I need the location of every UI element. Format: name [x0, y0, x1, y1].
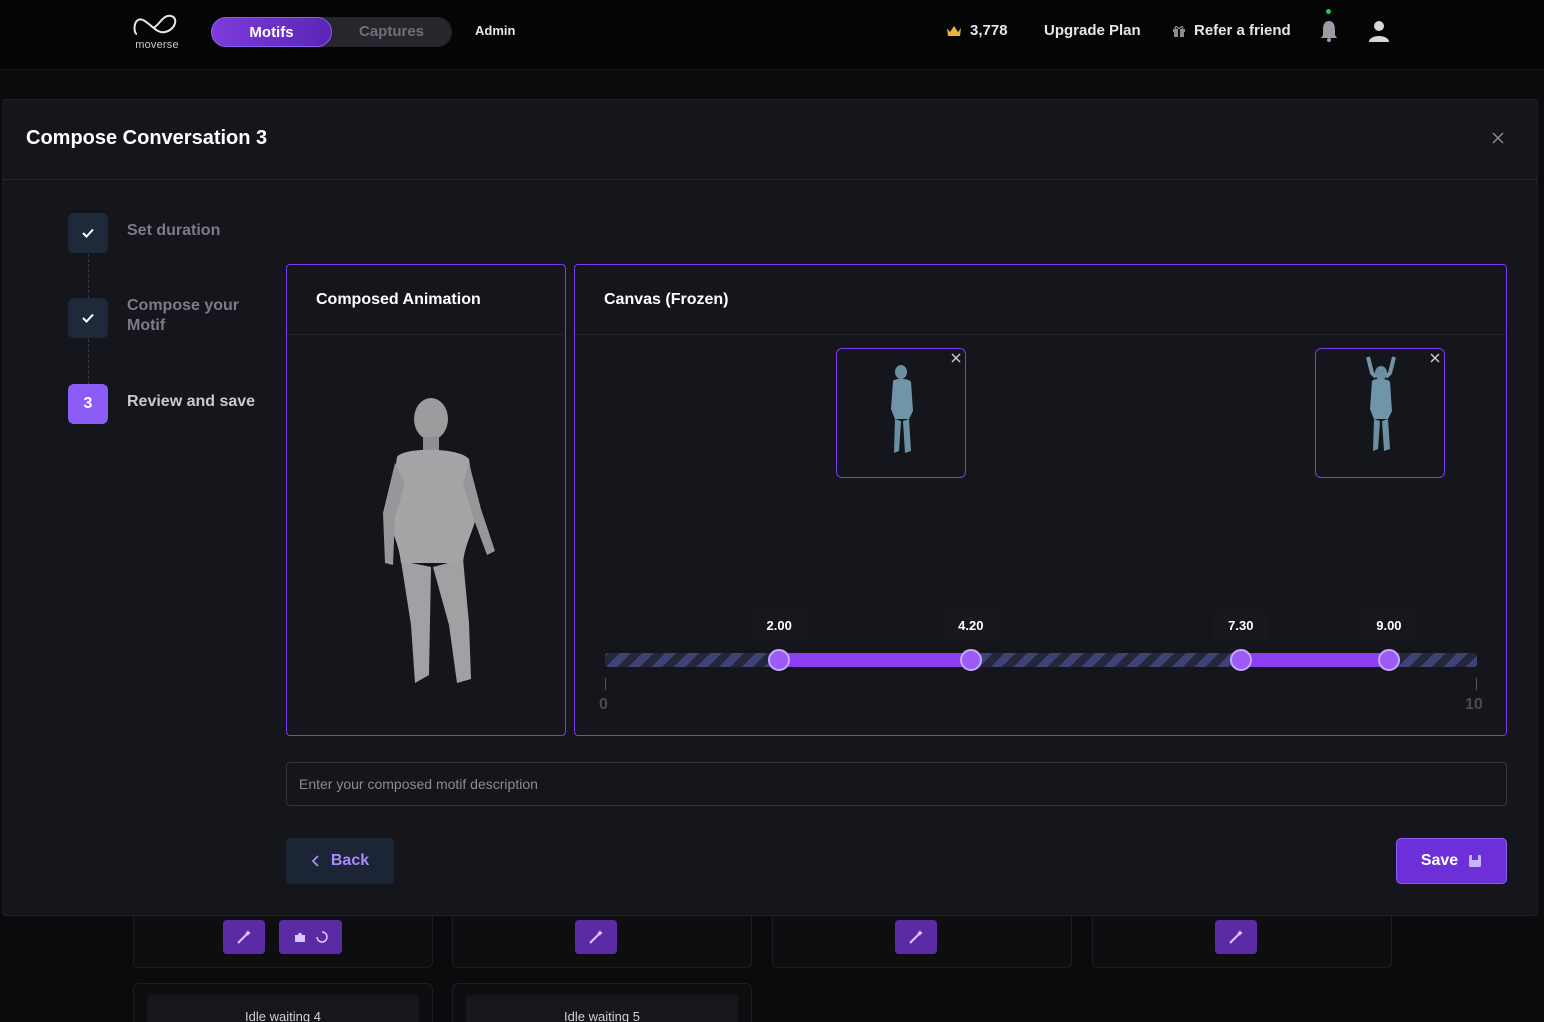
- step-1-label: Set duration: [127, 222, 221, 239]
- step-2-marker: [68, 298, 108, 338]
- bell-icon: [1321, 21, 1337, 42]
- step-2-label: Compose your Motif: [127, 297, 240, 334]
- timeline-handle-value: 4.20: [942, 610, 999, 642]
- magic-wand-icon: [909, 930, 923, 944]
- chevron-left-icon: [311, 855, 319, 867]
- timeline-handle[interactable]: [1229, 649, 1252, 671]
- motif-card-title: Idle waiting 4: [147, 995, 419, 1022]
- tab-captures[interactable]: Captures: [331, 17, 452, 47]
- step-3-label: Review and save: [127, 393, 256, 410]
- back-button[interactable]: Back: [286, 838, 394, 884]
- back-button-label: Back: [330, 852, 370, 869]
- timeline-min-label: 0: [599, 696, 608, 713]
- motifs-captures-toggle: Motifs Captures: [211, 17, 452, 47]
- magic-wand-icon: [1229, 930, 1243, 944]
- infinity-logo-icon: [133, 14, 177, 35]
- step-connector: [88, 339, 89, 384]
- magic-wand-icon: [237, 930, 251, 944]
- timeline-handle-value: 9.00: [1360, 610, 1417, 642]
- panel-header: Canvas (Frozen): [575, 265, 1506, 335]
- logo-text: moverse: [135, 39, 179, 51]
- timeline-handle-value: 7.30: [1212, 610, 1269, 642]
- upgrade-plan-link[interactable]: Upgrade Plan: [1044, 22, 1141, 39]
- user-menu-button[interactable]: [1368, 19, 1390, 43]
- magic-wand-button[interactable]: [575, 920, 617, 954]
- upgrade-plan-label: Upgrade Plan: [1044, 22, 1141, 39]
- save-disk-icon: [1469, 855, 1482, 867]
- keyframe-clip[interactable]: [836, 348, 966, 478]
- step-connector: [88, 254, 89, 298]
- avatar-3d-preview[interactable]: [373, 393, 513, 693]
- save-button[interactable]: Save: [1396, 838, 1507, 884]
- credits-value: 3,778: [970, 22, 1008, 39]
- timeline-active-segment: [1240, 653, 1389, 667]
- check-icon: [82, 313, 94, 323]
- close-icon: [951, 353, 961, 363]
- timeline-handle-value: 2.00: [751, 610, 808, 642]
- loading-spinner-icon: [315, 931, 328, 943]
- refer-friend-label: Refer a friend: [1194, 22, 1291, 39]
- panel-title: Composed Animation: [316, 291, 481, 308]
- gift-icon: [1173, 25, 1185, 37]
- save-button-label: Save: [1420, 852, 1459, 869]
- credits-display[interactable]: 3,778: [946, 22, 1008, 39]
- modal-header: Compose Conversation 3: [3, 100, 1537, 180]
- puzzle-icon: [294, 932, 305, 942]
- keyframe-clip[interactable]: [1315, 348, 1445, 478]
- compose-button[interactable]: [279, 920, 342, 954]
- composed-animation-panel: Composed Animation: [286, 264, 566, 736]
- refer-friend-link[interactable]: Refer a friend: [1172, 22, 1291, 39]
- compose-modal: Compose Conversation 3 Set duration Comp…: [2, 99, 1538, 916]
- crown-icon: [947, 25, 961, 36]
- motif-card-title: Idle waiting 5: [466, 995, 738, 1022]
- logo[interactable]: moverse: [131, 12, 183, 52]
- tab-motifs[interactable]: Motifs: [211, 17, 332, 47]
- magic-wand-button[interactable]: [1215, 920, 1257, 954]
- close-icon: [1492, 132, 1504, 144]
- panel-title: Canvas (Frozen): [604, 291, 729, 308]
- notifications-button[interactable]: [1319, 9, 1339, 43]
- magic-wand-button[interactable]: [895, 920, 937, 954]
- remove-clip-button[interactable]: [1430, 351, 1440, 365]
- timeline-handle[interactable]: [959, 649, 982, 671]
- close-icon: [1430, 353, 1440, 363]
- avatar-thumbnail: [891, 365, 913, 453]
- motif-description-input[interactable]: [286, 762, 1507, 806]
- magic-wand-icon: [589, 930, 603, 944]
- notification-dot: [1326, 9, 1331, 14]
- close-button[interactable]: [1490, 130, 1506, 146]
- panel-header: Composed Animation: [287, 265, 565, 335]
- timeline-tick-end: [1476, 678, 1477, 690]
- step-1-marker: [68, 213, 108, 253]
- modal-title: Compose Conversation 3: [26, 127, 268, 149]
- timeline-active-segment: [779, 653, 971, 667]
- user-icon: [1369, 21, 1389, 42]
- timeline-handle[interactable]: [1377, 649, 1400, 671]
- magic-wand-button[interactable]: [223, 920, 265, 954]
- avatar-thumbnail: [1366, 356, 1396, 451]
- step-3-marker: 3: [68, 384, 108, 424]
- timeline-tick-start: [605, 678, 606, 690]
- top-navigation: moverse Motifs Captures Admin 3,778 Upgr…: [0, 0, 1544, 70]
- timeline-max-label: 10: [1465, 696, 1483, 713]
- remove-clip-button[interactable]: [951, 351, 961, 365]
- check-icon: [82, 228, 94, 238]
- admin-link[interactable]: Admin: [475, 23, 515, 38]
